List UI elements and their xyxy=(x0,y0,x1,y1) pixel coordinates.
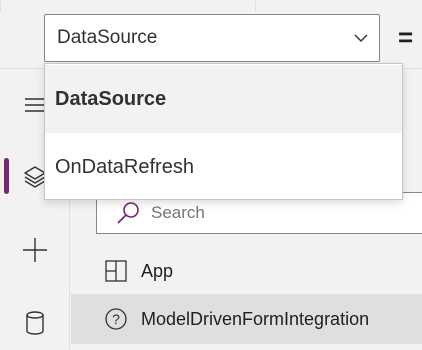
property-select[interactable]: DataSource xyxy=(44,14,380,62)
dropdown-option-label: DataSource xyxy=(55,87,167,110)
search-icon xyxy=(117,202,139,224)
dropdown-option-datasource[interactable]: DataSource xyxy=(45,65,402,133)
divider xyxy=(255,0,256,12)
database-icon xyxy=(26,311,44,335)
rail-item-data[interactable] xyxy=(0,293,70,350)
plus-icon xyxy=(23,238,47,262)
search-input[interactable] xyxy=(151,203,391,223)
svg-text:?: ? xyxy=(112,311,120,327)
tree-item-modeldrivenformintegration[interactable]: ? ModelDrivenFormIntegration xyxy=(71,294,422,344)
dropdown-option-label: OnDataRefresh xyxy=(55,155,194,178)
divider xyxy=(0,0,1,12)
tree-item-label: App xyxy=(141,260,174,281)
chevron-down-icon xyxy=(354,34,368,42)
rail-item-insert[interactable] xyxy=(0,220,70,280)
help-circle-icon: ? xyxy=(103,306,129,332)
property-dropdown-list: DataSource OnDataRefresh xyxy=(44,63,403,200)
dropdown-option-ondatarefresh[interactable]: OnDataRefresh xyxy=(45,133,402,201)
app-grid-icon xyxy=(103,258,129,284)
tree-item-label: ModelDrivenFormIntegration xyxy=(141,308,370,329)
property-select-value: DataSource xyxy=(57,27,158,48)
equals-sign: = xyxy=(398,22,414,52)
tree-item-app[interactable]: App xyxy=(71,246,422,296)
